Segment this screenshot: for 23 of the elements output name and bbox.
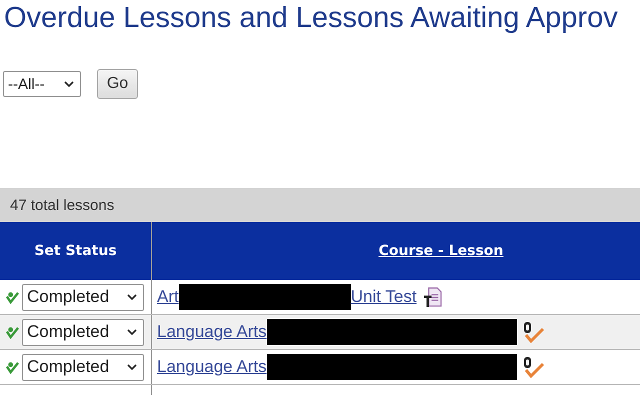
chevron-down-icon <box>127 364 137 370</box>
course-link[interactable]: Language Arts <box>157 357 267 377</box>
quiz-check-icon <box>522 356 545 378</box>
status-dropdown[interactable]: Completed <box>22 354 144 380</box>
column-header[interactable]: Course - Lesson <box>378 243 504 259</box>
chevron-down-icon <box>127 294 137 300</box>
course-link[interactable]: Art <box>157 287 179 307</box>
check-icon <box>6 290 19 304</box>
filter-dropdown[interactable]: --All-- <box>3 71 81 97</box>
status-dropdown[interactable]: Completed <box>22 318 144 346</box>
check-icon <box>6 326 19 338</box>
quiz-check-icon <box>522 321 545 343</box>
chevron-down-icon <box>127 329 137 335</box>
status-dropdown[interactable]: Completed <box>22 284 144 310</box>
check-icon <box>6 360 19 374</box>
lesson-link[interactable]: Unit Test <box>350 287 417 307</box>
go-button[interactable]: Go <box>97 69 138 99</box>
document-icon <box>422 286 442 308</box>
column-header: Set Status <box>34 243 117 259</box>
chevron-down-icon <box>64 81 74 87</box>
page-title: Overdue Lessons and Lessons Awaiting Approv <box>3 1 618 35</box>
course-link[interactable]: Language Arts <box>157 322 267 342</box>
total-count: 47 total lessons <box>10 196 114 214</box>
